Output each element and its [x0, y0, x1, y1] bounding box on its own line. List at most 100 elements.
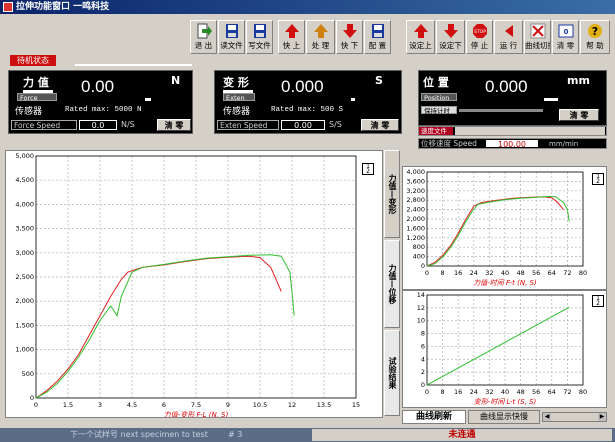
position-clear-button[interactable]: 清 零: [559, 109, 599, 121]
series-line-1: [426, 196, 564, 267]
x-tick-label: 48: [516, 388, 524, 396]
bottom-legend[interactable]: 12: [592, 295, 604, 307]
x-tick-label: 0: [34, 401, 38, 409]
series-line-1: [35, 255, 282, 399]
set-up-label: 设定上: [409, 41, 432, 50]
set-up-button[interactable]: 设定上: [406, 20, 435, 54]
read-file-button[interactable]: 读文件: [218, 20, 245, 54]
set-down-label: 设定下: [439, 41, 462, 50]
deform-sensor-label: 传感器: [223, 107, 251, 117]
speed-file-scrollbar[interactable]: [455, 127, 605, 135]
fast-down-button[interactable]: 快 下: [336, 20, 363, 54]
x-tick-label: 72: [563, 269, 571, 277]
x-tick-label: 24: [470, 269, 478, 277]
x-tick-label: 8: [441, 269, 445, 277]
stop-button[interactable]: STOP 停 止: [466, 20, 493, 54]
top-legend[interactable]: 12: [592, 173, 604, 185]
position-speed-row: 位移速度 Speed 100.00 mm/min: [418, 138, 607, 149]
y-tick-label: 2,500: [15, 273, 34, 281]
y-tick-label: 3,000: [15, 249, 34, 257]
x-tick-label: 6: [162, 401, 166, 409]
read-file-icon: [224, 23, 240, 39]
y-tick-label: 6: [421, 342, 425, 350]
stop-label: 停 止: [470, 41, 489, 50]
x-tick-label: 56: [532, 388, 540, 396]
run-icon: [501, 23, 517, 39]
hold-timer-label: 保持计时: [421, 106, 457, 115]
y-tick-label: 3,200: [406, 187, 425, 195]
x-tick-label: 40: [501, 388, 509, 396]
x-axis-label: 变形-时间 L-t (S, S): [474, 398, 537, 406]
y-tick-label: 1,200: [406, 234, 425, 242]
config-label: 配 置: [368, 41, 387, 50]
tab-force-position[interactable]: 力值—位移: [384, 240, 400, 328]
scroll-right-icon[interactable]: ▶: [598, 413, 606, 421]
deform-bar-right: [351, 98, 355, 101]
y-tick-label: 10: [417, 317, 425, 325]
force-clear-button[interactable]: 清 零: [157, 119, 191, 131]
tab-test-results[interactable]: 试验结果: [384, 330, 400, 416]
force-panel: 力 值 0.00 N Force 传感器 Rated max: 5000 N F…: [8, 70, 193, 134]
position-speed-input[interactable]: 100.00: [485, 139, 539, 149]
bottom-right-chart-area: 0 8 16 24 32 40 48 56 64 72 80 0 2 4 6 8 10 12 14 变形-时间 L-t…: [402, 290, 607, 408]
y-tick-label: 0: [30, 394, 34, 402]
run-label: 运 行: [499, 41, 518, 50]
set-down-button[interactable]: 设定下: [436, 20, 465, 54]
svg-text:?: ?: [592, 25, 598, 38]
exit-label: 退 出: [194, 41, 213, 50]
y-tick-label: 800: [413, 243, 425, 251]
deformation-time-chart: 0 8 16 24 32 40 48 56 64 72 8002468101214变形-时间 L-t…: [417, 291, 587, 406]
config-icon: [370, 23, 386, 39]
x-tick-label: 40: [501, 269, 509, 277]
y-tick-label: 14: [417, 291, 425, 299]
y-tick-label: 3,600: [406, 177, 425, 185]
x-tick-label: 80: [579, 269, 587, 277]
deform-tag: Exten: [223, 93, 255, 102]
y-tick-label: 4,000: [15, 200, 34, 208]
speed-file-row: 速度文件: [418, 126, 607, 136]
main-legend[interactable]: 12: [362, 163, 374, 175]
force-speed-value[interactable]: 0.0: [79, 120, 117, 130]
write-file-button[interactable]: 写文件: [246, 20, 273, 54]
y-tick-label: 400: [413, 253, 425, 261]
process-icon: [313, 23, 329, 39]
window-title: 拉伸功能窗口 一鸣科技: [16, 2, 110, 12]
fast-up-button[interactable]: 快 上: [278, 20, 305, 54]
force-rated: Rated max: 5000 N: [65, 106, 142, 114]
process-button[interactable]: 处 理: [306, 20, 335, 54]
exit-icon: [196, 23, 212, 39]
force-value: 0.00: [81, 77, 115, 96]
hold-timer-bar: [459, 109, 543, 112]
deform-speed-value[interactable]: 0.00: [281, 120, 325, 130]
deform-clear-button[interactable]: 清 零: [361, 119, 399, 131]
tab-curve-refresh[interactable]: 曲线刷新: [402, 410, 466, 424]
y-tick-label: 4,000: [406, 168, 425, 176]
clear-zero-button[interactable]: 0 清 零: [552, 20, 579, 54]
connection-status: 未连通: [312, 429, 612, 441]
series-line-2: [35, 254, 295, 399]
x-tick-label: 9: [226, 401, 230, 409]
exit-button[interactable]: 退 出: [190, 20, 217, 54]
display-speed-slider[interactable]: ◀ ▶: [542, 412, 607, 422]
deform-speed-label: Exten Speed: [217, 120, 279, 130]
y-tick-label: 500: [22, 370, 34, 378]
y-tick-label: 1,000: [15, 346, 34, 354]
curve-clear-button[interactable]: 曲线切换: [524, 20, 551, 54]
x-tick-label: 32: [485, 269, 493, 277]
y-tick-label: 3,500: [15, 225, 34, 233]
title-bar: 拉伸功能窗口 一鸣科技: [0, 0, 615, 14]
x-tick-label: 4.5: [127, 401, 137, 409]
x-tick-label: 7.5: [191, 401, 201, 409]
x-tick-label: 15: [352, 401, 360, 409]
x-tick-label: 0: [425, 269, 429, 277]
tab-force-deformation[interactable]: 力值—变形: [384, 150, 400, 238]
process-label: 处 理: [311, 41, 330, 50]
scroll-left-icon[interactable]: ◀: [543, 413, 551, 421]
position-speed-label: 位移速度 Speed: [421, 139, 477, 148]
position-label: 位 置: [423, 76, 449, 89]
force-time-chart: 0 8 16 24 32 40 48 56 64 72 8004008001,2001,6002,0…: [406, 168, 587, 287]
config-button[interactable]: 配 置: [364, 20, 391, 54]
run-button[interactable]: 运 行: [494, 20, 523, 54]
tab-curve-display-speed[interactable]: 曲线显示快慢: [468, 410, 540, 424]
help-button[interactable]: ? 帮 助: [580, 20, 610, 54]
